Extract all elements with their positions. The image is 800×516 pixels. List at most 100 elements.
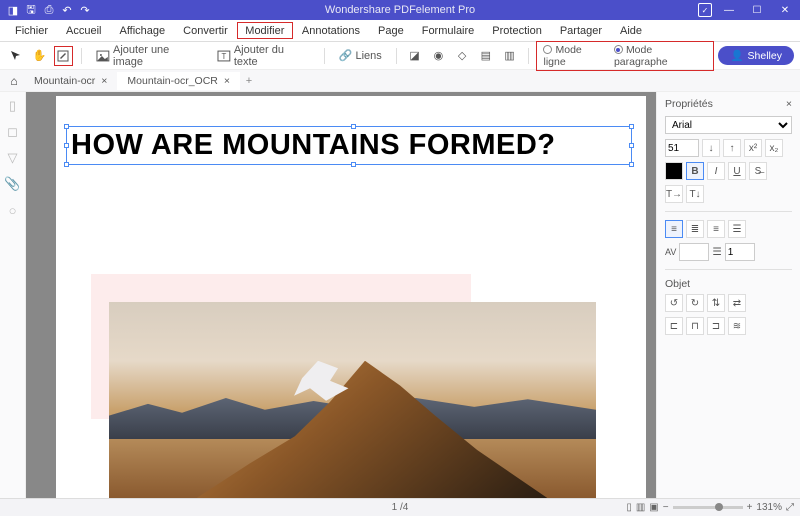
menu-page[interactable]: Page — [369, 22, 413, 40]
menu-formulaire[interactable]: Formulaire — [413, 22, 484, 40]
align-center-icon[interactable]: ≣ — [686, 220, 704, 238]
print-icon[interactable]: ⎙ — [40, 1, 58, 19]
menu-protection[interactable]: Protection — [483, 22, 551, 40]
header-footer-icon[interactable]: ▤ — [476, 46, 496, 66]
watermark-icon[interactable]: ◉ — [429, 46, 449, 66]
view-facing-icon[interactable]: ▣ — [649, 502, 658, 513]
superscript-icon[interactable]: x² — [744, 139, 762, 157]
ribbon-icon[interactable]: ▽ — [5, 150, 21, 166]
menu-aide[interactable]: Aide — [611, 22, 651, 40]
object-section-label: Objet — [665, 278, 792, 290]
close-tab-icon[interactable]: × — [224, 75, 230, 87]
mode-paragraph-radio[interactable]: Mode paragraphe — [614, 44, 708, 68]
selection-handle[interactable] — [351, 124, 356, 129]
page: HOW ARE MOUNTAINS FORMED? — [56, 96, 646, 498]
menu-accueil[interactable]: Accueil — [57, 22, 110, 40]
thumbnails-icon[interactable]: ▯ — [5, 98, 21, 114]
zoom-in-icon[interactable]: + — [747, 502, 753, 513]
mode-line-radio[interactable]: Mode ligne — [543, 44, 605, 68]
page-indicator[interactable]: 1 /4 — [392, 502, 409, 513]
close-tab-icon[interactable]: × — [101, 75, 107, 87]
underline-icon[interactable]: U — [728, 162, 746, 180]
flip-horizontal-icon[interactable]: ⇄ — [728, 294, 746, 312]
close-panel-icon[interactable]: × — [786, 98, 792, 110]
menu-modifier[interactable]: Modifier — [237, 22, 293, 39]
new-tab-button[interactable]: + — [240, 75, 258, 87]
text-vertical-icon[interactable]: T↓ — [686, 185, 704, 203]
undo-icon[interactable]: ↶ — [58, 1, 76, 19]
close-button[interactable]: ✕ — [774, 1, 796, 19]
bold-icon[interactable]: B — [686, 162, 704, 180]
minimize-button[interactable]: — — [718, 1, 740, 19]
zoom-out-icon[interactable]: − — [663, 502, 669, 513]
attachments-icon[interactable]: 📎 — [5, 176, 21, 192]
line-height-input[interactable] — [725, 243, 755, 261]
view-continuous-icon[interactable]: ▥ — [636, 502, 645, 513]
decrease-size-icon[interactable]: ↓ — [702, 139, 720, 157]
align-right-icon[interactable]: ≡ — [707, 220, 725, 238]
status-bar: 1 /4 ▯ ▥ ▣ − + 131% ⤢ — [0, 498, 800, 516]
align-obj-center-icon[interactable]: ⊓ — [686, 317, 704, 335]
selection-handle[interactable] — [629, 124, 634, 129]
maximize-button[interactable]: ☐ — [746, 1, 768, 19]
selected-text-box[interactable]: HOW ARE MOUNTAINS FORMED? — [66, 126, 632, 165]
document-canvas[interactable]: HOW ARE MOUNTAINS FORMED? — [26, 92, 656, 498]
add-text-button[interactable]: T Ajouter du texte — [211, 44, 316, 68]
edit-tool-icon[interactable] — [54, 46, 74, 66]
rotate-left-icon[interactable]: ↺ — [665, 294, 683, 312]
window-controls: ✓ — ☐ ✕ — [698, 1, 800, 19]
notification-icon[interactable]: ✓ — [698, 3, 712, 17]
font-size-input[interactable] — [665, 139, 699, 157]
menu-annotations[interactable]: Annotations — [293, 22, 369, 40]
redo-icon[interactable]: ↷ — [76, 1, 94, 19]
distribute-icon[interactable]: ≋ — [728, 317, 746, 335]
increase-size-icon[interactable]: ↑ — [723, 139, 741, 157]
bookmarks-icon[interactable]: ◻ — [5, 124, 21, 140]
selection-handle[interactable] — [64, 124, 69, 129]
user-name: Shelley — [748, 50, 782, 62]
align-justify-icon[interactable]: ☰ — [728, 220, 746, 238]
align-obj-left-icon[interactable]: ⊏ — [665, 317, 683, 335]
menu-partager[interactable]: Partager — [551, 22, 611, 40]
tab-1[interactable]: Mountain-ocr_OCR× — [117, 72, 240, 90]
menu-bar: Fichier Accueil Affichage Convertir Modi… — [0, 20, 800, 42]
hand-tool-icon[interactable]: ✋ — [30, 46, 50, 66]
bates-icon[interactable]: ▥ — [500, 46, 520, 66]
select-tool-icon[interactable] — [6, 46, 26, 66]
selection-handle[interactable] — [64, 162, 69, 167]
main-area: ▯ ◻ ▽ 📎 ○ HOW ARE MOUNTAINS FORMED? Prop… — [0, 92, 800, 498]
char-spacing-input[interactable] — [679, 243, 709, 261]
tab-0[interactable]: Mountain-ocr× — [24, 72, 117, 90]
subscript-icon[interactable]: x₂ — [765, 139, 783, 157]
add-image-button[interactable]: Ajouter une image — [90, 44, 207, 68]
selection-handle[interactable] — [629, 162, 634, 167]
font-family-select[interactable]: Arial — [665, 116, 792, 134]
selection-handle[interactable] — [351, 162, 356, 167]
crop-icon[interactable]: ◪ — [405, 46, 425, 66]
background-icon[interactable]: ◇ — [452, 46, 472, 66]
app-title: Wondershare PDFelement Pro — [325, 4, 475, 16]
home-tab-icon[interactable]: ⌂ — [4, 74, 24, 88]
selection-handle[interactable] — [629, 143, 634, 148]
align-obj-right-icon[interactable]: ⊐ — [707, 317, 725, 335]
zoom-slider[interactable] — [673, 506, 743, 509]
view-single-icon[interactable]: ▯ — [626, 502, 632, 513]
italic-icon[interactable]: I — [707, 162, 725, 180]
save-icon[interactable]: 🖫 — [22, 1, 40, 19]
strikethrough-icon[interactable]: S̶ — [749, 162, 767, 180]
selection-handle[interactable] — [64, 143, 69, 148]
menu-fichier[interactable]: Fichier — [6, 22, 57, 40]
comments-icon[interactable]: ○ — [5, 202, 21, 218]
menu-affichage[interactable]: Affichage — [110, 22, 174, 40]
user-icon: 👤 — [730, 49, 743, 62]
zoom-value[interactable]: 131% — [756, 502, 782, 513]
rotate-right-icon[interactable]: ↻ — [686, 294, 704, 312]
text-horizontal-icon[interactable]: T→ — [665, 185, 683, 203]
align-left-icon[interactable]: ≡ — [665, 220, 683, 238]
flip-vertical-icon[interactable]: ⇅ — [707, 294, 725, 312]
fit-page-icon[interactable]: ⤢ — [786, 502, 794, 513]
links-button[interactable]: 🔗 Liens — [333, 49, 388, 62]
user-account-button[interactable]: 👤 Shelley — [718, 46, 794, 65]
font-color-swatch[interactable] — [665, 162, 683, 180]
menu-convertir[interactable]: Convertir — [174, 22, 237, 40]
